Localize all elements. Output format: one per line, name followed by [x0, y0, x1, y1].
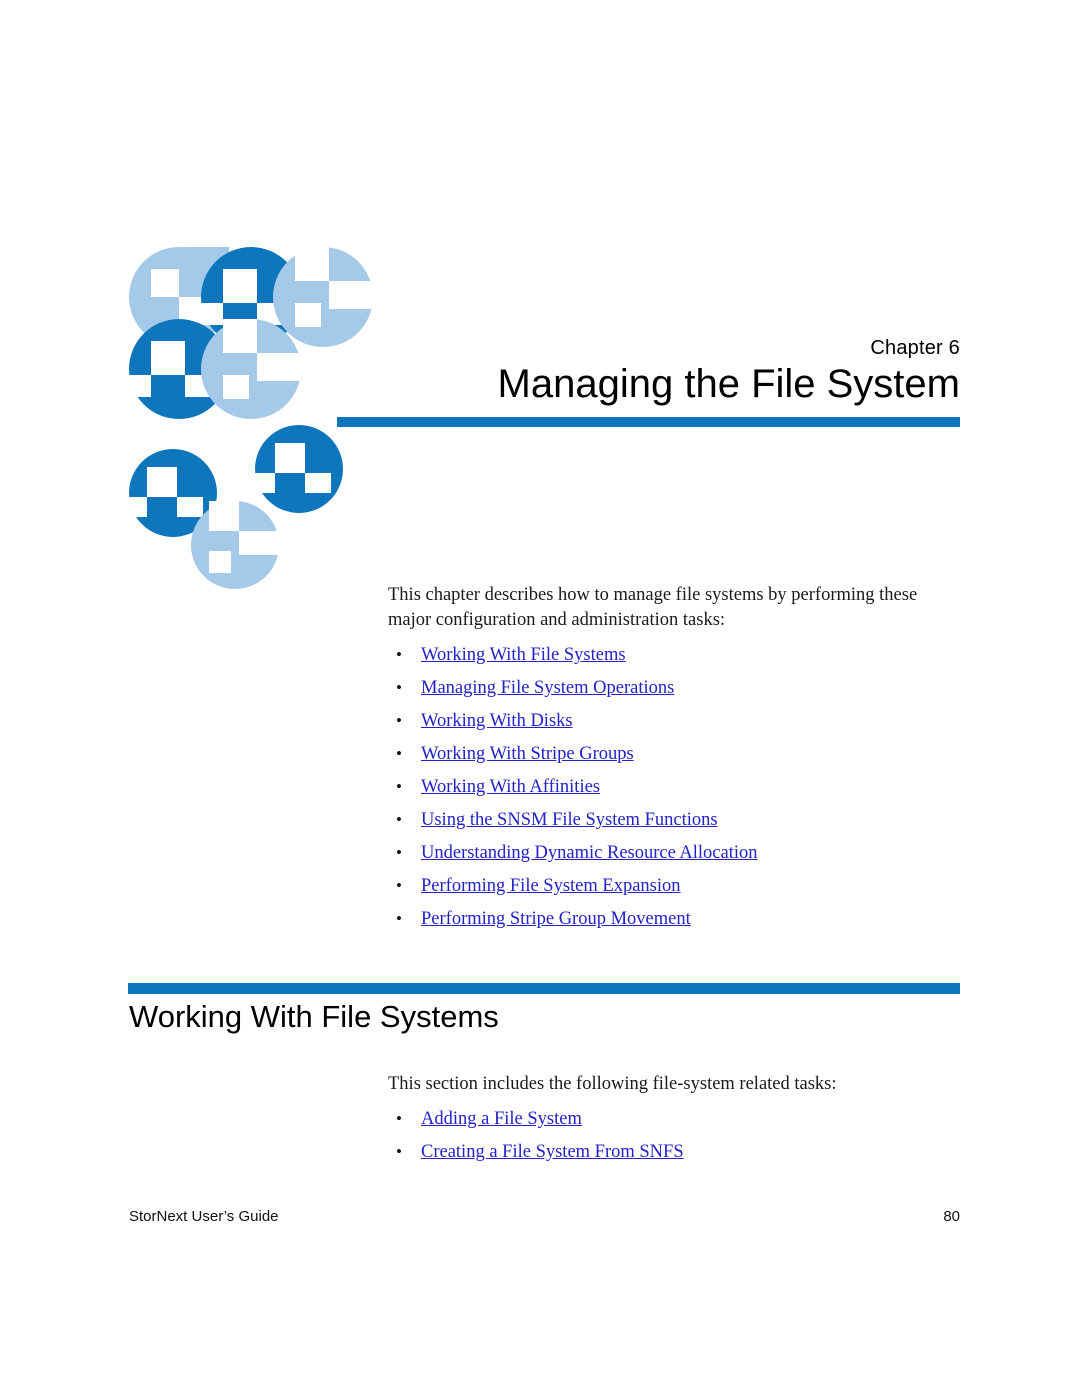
chapter-heading: Chapter 6 Managing the File System — [337, 336, 960, 408]
chapter-label: Chapter 6 — [870, 337, 960, 359]
logo-tile-5 — [201, 319, 301, 419]
list-item: • Using the SNSM File System Functions — [388, 809, 963, 831]
logo-tile-3 — [273, 247, 373, 347]
footer-guide-name: StorNext User’s Guide — [129, 1208, 279, 1225]
logo-tile-6 — [255, 425, 343, 513]
list-item: • Working With File Systems — [388, 644, 963, 666]
bullet-icon: • — [396, 876, 402, 895]
chapter-title-rule — [337, 417, 960, 427]
page-title: Managing the File System — [497, 362, 960, 406]
section-link-list: • Adding a File System • Creating a File Sy… — [388, 1108, 963, 1163]
intro-link-list: • Working With File Systems • Managing File… — [388, 644, 963, 930]
list-item: • Adding a File System — [388, 1108, 963, 1130]
logo-tile-8 — [191, 501, 279, 589]
bullet-icon: • — [396, 1142, 402, 1161]
section-paragraph: This section includes the following file… — [388, 1074, 837, 1094]
intro-link-3[interactable]: Working With Stripe Groups — [421, 744, 634, 764]
section-link-1[interactable]: Creating a File System From SNFS — [421, 1142, 684, 1162]
bullet-icon: • — [396, 810, 402, 829]
section-title: Working With File Systems — [129, 999, 499, 1034]
list-item: • Working With Disks — [388, 710, 963, 732]
intro-link-2[interactable]: Working With Disks — [421, 711, 573, 731]
intro-link-4[interactable]: Working With Affinities — [421, 777, 600, 797]
list-item: • Understanding Dynamic Resource Allocati… — [388, 842, 963, 864]
section-heading-rule — [128, 983, 960, 994]
bullet-icon: • — [396, 711, 402, 730]
bullet-icon: • — [396, 744, 402, 763]
section-block: This section includes the following file… — [388, 1072, 963, 1163]
intro-link-6[interactable]: Understanding Dynamic Resource Allocatio… — [421, 843, 758, 863]
section-link-0[interactable]: Adding a File System — [421, 1109, 582, 1129]
intro-paragraph: This chapter describes how to manage fil… — [388, 585, 918, 630]
list-item: • Managing File System Operations — [388, 677, 963, 699]
bullet-icon: • — [396, 1109, 402, 1128]
bullet-icon: • — [396, 909, 402, 928]
intro-link-7[interactable]: Performing File System Expansion — [421, 876, 681, 896]
bullet-icon: • — [396, 645, 402, 664]
bullet-icon: • — [396, 777, 402, 796]
intro-link-5[interactable]: Using the SNSM File System Functions — [421, 810, 718, 830]
bullet-icon: • — [396, 678, 402, 697]
list-item: • Performing File System Expansion — [388, 875, 963, 897]
list-item: • Creating a File System From SNFS — [388, 1141, 963, 1163]
intro-link-8[interactable]: Performing Stripe Group Movement — [421, 909, 691, 929]
list-item: • Working With Stripe Groups — [388, 743, 963, 765]
document-page: Chapter 6 Managing the File System This … — [0, 0, 1080, 1397]
list-item: • Working With Affinities — [388, 776, 963, 798]
footer-page-number: 80 — [943, 1208, 960, 1225]
page-footer: StorNext User’s Guide 80 — [129, 1207, 960, 1226]
intro-link-1[interactable]: Managing File System Operations — [421, 678, 674, 698]
intro-block: This chapter describes how to manage fil… — [388, 583, 963, 930]
list-item: • Performing Stripe Group Movement — [388, 908, 963, 930]
intro-link-0[interactable]: Working With File Systems — [421, 645, 626, 665]
bullet-icon: • — [396, 843, 402, 862]
